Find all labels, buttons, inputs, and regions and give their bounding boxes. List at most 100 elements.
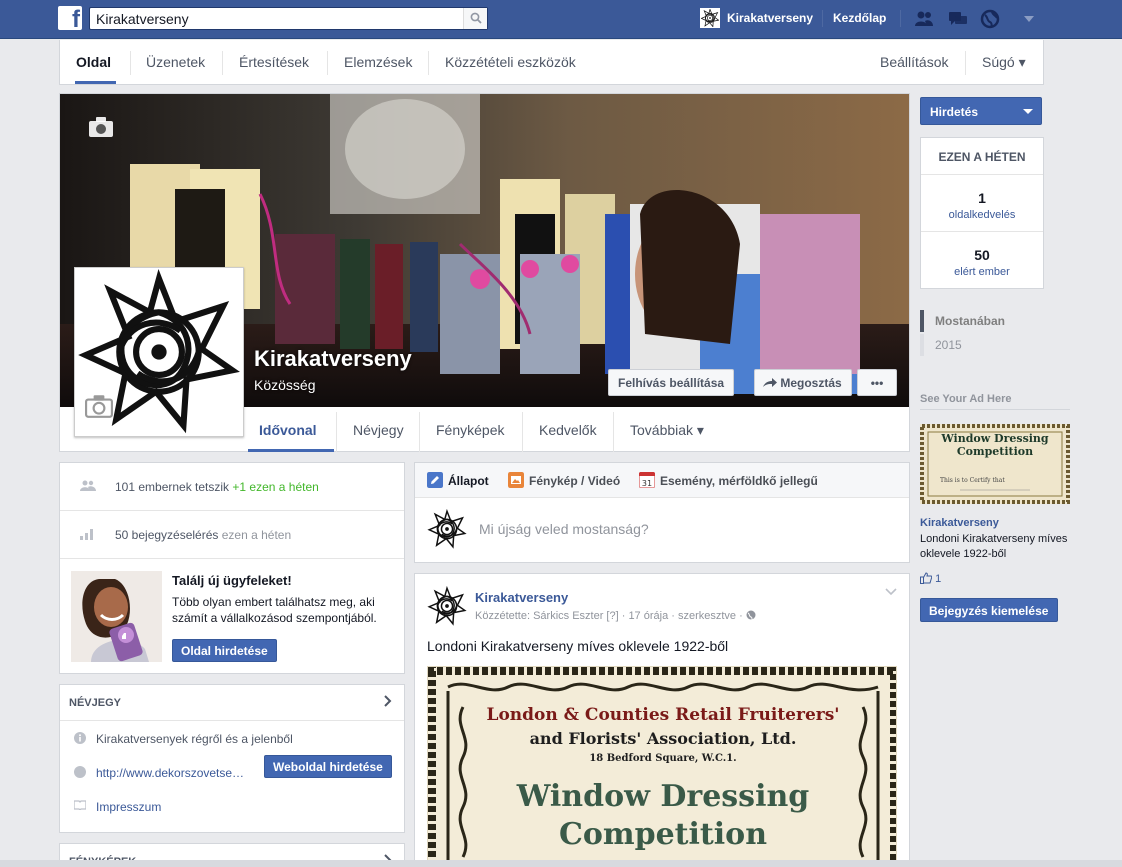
certificate-line-4: Window Dressing [516,779,810,814]
reach-count: 50 [974,247,990,263]
post-meta: Közzétette: Sárkics Eszter [?] · 17 óráj… [475,610,756,622]
divider [822,10,823,27]
divider [130,51,131,75]
about-description-row: Kirakatversenyek régről és a jelenből [60,721,404,755]
notifications-globe-icon[interactable] [980,9,1000,29]
search-icon [470,12,482,24]
chevron-right-icon[interactable] [384,695,392,707]
post-author-avatar[interactable] [427,586,467,626]
divider [900,10,901,27]
call-to-action-button[interactable]: Felhívás beállítása [608,369,735,396]
divider [613,412,614,452]
post-meta-text: Közzétette: Sárkics Eszter [?] · 17 óráj… [475,610,746,622]
ad-like-count[interactable]: 1 [920,572,941,585]
photo-icon [508,472,524,488]
likes-count-text: 101 embernek tetszik [115,480,230,494]
info-icon [74,732,86,744]
page-category[interactable]: Közösség [254,377,315,393]
public-globe-icon[interactable] [746,610,756,620]
tab-page[interactable]: Oldal [76,54,111,70]
divider [522,412,523,452]
find-customers-promo: Találj új ügyfeleket! Több olyan embert … [60,561,404,673]
promote-website-button[interactable]: Weboldal hirdetése [264,755,392,778]
camera-icon[interactable] [88,116,114,138]
search-button[interactable] [463,8,487,29]
reach-stat[interactable]: 50 elért ember [921,232,1043,289]
promo-woman-phone-image [71,571,162,662]
share-button[interactable]: Megosztás [754,369,852,396]
profile-picture[interactable] [74,267,244,437]
certificate-line-2: and Florists' Association, Ltd. [529,729,797,748]
profile-avatar[interactable] [700,8,720,28]
tab-messages[interactable]: Üzenetek [146,54,205,70]
divider [428,51,429,75]
composer-tab-status[interactable]: Állapot [448,474,489,488]
page-likes-stat[interactable]: 1 oldalkedvelés [921,175,1043,232]
boost-post-button[interactable]: Bejegyzés kiemelése [920,598,1058,622]
ad-image-subtitle: Competition [956,445,1034,458]
messages-icon[interactable] [948,9,968,29]
pencil-icon [427,472,443,488]
tab-insights[interactable]: Elemzések [344,54,412,70]
page-likes-label[interactable]: oldalkedvelés [921,209,1043,221]
tab-likes[interactable]: Kedvelők [539,422,597,438]
impressum-link[interactable]: Impresszum [96,800,161,814]
ad-preview-image[interactable]: This is to Certify that Window Dressing … [920,424,1070,504]
see-your-ad-heading: See Your Ad Here [920,393,1012,405]
likes-week-text: +1 ezen a héten [232,480,319,494]
ad-like-number: 1 [935,573,942,585]
search-box [89,7,488,30]
tab-help[interactable]: Súgó ▾ [982,54,1026,71]
search-input[interactable] [90,8,460,29]
advertise-button-label: Hirdetés [930,105,979,119]
post-author-name[interactable]: Kirakatverseny [475,590,568,605]
globe-icon [74,766,86,778]
this-week-box: EZEN A HÉTEN 1 oldalkedvelés 50 elért em… [920,137,1044,289]
profile-name-link[interactable]: Kirakatverseny [727,11,813,25]
about-card-header[interactable]: NÉVJEGY [60,685,404,721]
composer-avatar [427,509,467,549]
likes-stat-row[interactable]: 101 embernek tetszik +1 ezen a héten [60,463,404,511]
tab-publishing-tools[interactable]: Közzétételi eszközök [445,54,576,70]
post-image-certificate[interactable]: London & Counties Retail Fruiterers' and… [427,666,897,867]
composer-tab-event[interactable]: Esemény, mérföldkő jellegű [660,474,818,488]
more-options-button[interactable]: ••• [857,369,897,396]
chevron-down-icon[interactable] [885,588,897,596]
certificate-line-1: London & Counties Retail Fruiterers' [486,705,840,725]
certificate-line-5: Competition [558,817,768,852]
tab-more[interactable]: Továbbiak ▾ [630,422,704,439]
tab-notifications[interactable]: Értesítések [239,54,309,70]
tab-settings[interactable]: Beállítások [880,54,948,70]
about-card: NÉVJEGY Kirakatversenyek régről és a jel… [59,684,405,833]
divider [965,51,966,75]
settings-caret-icon[interactable] [1024,16,1034,22]
reach-stat-text: 50 bejegyzéselérés ezen a héten [115,528,291,542]
home-link[interactable]: Kezdőlap [833,11,886,25]
divider [920,409,1070,410]
promote-page-button[interactable]: Oldal hirdetése [172,639,277,662]
timeline-nav-recent[interactable]: Mostanában [920,310,1005,332]
website-link[interactable]: http://www.dekorszovetse… [96,766,244,780]
tab-about[interactable]: Névjegy [353,422,404,438]
post-composer: Állapot Fénykép / Videó 31 Esemény, mérf… [414,462,910,563]
calendar-icon: 31 [639,472,655,488]
book-icon [74,800,86,810]
composer-tab-photo[interactable]: Fénykép / Videó [529,474,620,488]
timeline-nav-year[interactable]: 2015 [920,334,962,356]
facebook-logo-icon[interactable]: f [58,6,82,33]
friend-requests-icon[interactable] [914,9,934,29]
this-week-heading: EZEN A HÉTEN [921,138,1043,175]
page-title[interactable]: Kirakatverseny [254,346,412,372]
tab-timeline[interactable]: Idővonal [259,422,317,438]
status-input[interactable]: Mi újság veled mostanság? [479,521,649,537]
reach-label[interactable]: elért ember [921,266,1043,278]
reach-stat-row[interactable]: 50 bejegyzéselérés ezen a héten [60,511,404,559]
advertise-button[interactable]: Hirdetés [920,97,1042,125]
likes-stat-text: 101 embernek tetszik +1 ezen a héten [115,480,319,494]
people-icon [80,480,96,491]
horizontal-scrollbar[interactable] [0,860,1122,867]
tab-photos[interactable]: Fényképek [436,422,504,438]
ad-page-name[interactable]: Kirakatverseny [920,517,999,529]
certificate-line-3: 18 Bedford Square, W.C.1. [589,753,737,764]
camera-icon[interactable] [85,394,113,418]
